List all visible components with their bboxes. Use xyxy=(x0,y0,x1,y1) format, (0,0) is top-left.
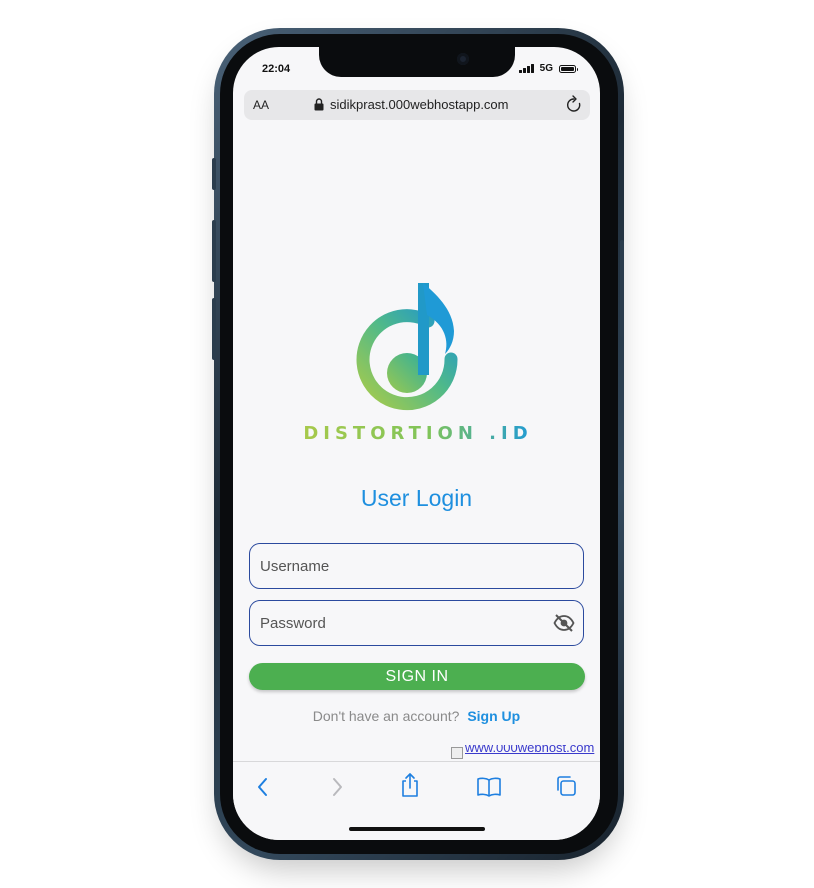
back-icon[interactable] xyxy=(255,776,271,798)
eye-off-icon[interactable] xyxy=(553,613,575,633)
bookmarks-icon[interactable] xyxy=(476,776,502,798)
logo-wordmark: DISTORTION .ID xyxy=(303,423,533,444)
sign-up-link[interactable]: Sign Up xyxy=(467,708,520,724)
network-type: 5G xyxy=(539,63,553,74)
signup-row: Don't have an account? Sign Up xyxy=(233,708,600,724)
signal-icon xyxy=(519,64,534,73)
music-note-d-logo xyxy=(356,283,458,411)
webhost-badge[interactable]: www.000webhost.com xyxy=(451,745,599,759)
broken-image-icon xyxy=(451,747,463,759)
lock-icon xyxy=(314,98,324,111)
login-title: User Login xyxy=(360,485,473,511)
forward-icon[interactable] xyxy=(329,776,345,798)
url-display[interactable]: sidikprast.000webhostapp.com xyxy=(314,97,509,112)
url-text: sidikprast.000webhostapp.com xyxy=(330,97,509,112)
battery-icon xyxy=(559,64,578,73)
password-field[interactable] xyxy=(249,600,584,646)
address-bar[interactable]: AA sidikprast.000webhostapp.com xyxy=(244,90,590,120)
reload-icon[interactable] xyxy=(564,94,584,116)
username-field[interactable] xyxy=(249,543,584,589)
tabs-icon[interactable] xyxy=(554,774,578,798)
notch xyxy=(319,47,515,77)
webhost-badge-alt: www.000webhost.com xyxy=(465,745,595,755)
share-icon[interactable] xyxy=(399,772,421,798)
status-indicators: 5G xyxy=(519,63,578,74)
mute-switch xyxy=(212,158,216,190)
front-camera xyxy=(457,53,469,65)
volume-up-button xyxy=(212,220,216,282)
power-button xyxy=(620,240,624,338)
status-time: 22:04 xyxy=(262,63,291,75)
phone-screen: 22:04 5G AA sidikprast.000webhostapp.com xyxy=(233,47,600,840)
volume-down-button xyxy=(212,298,216,360)
password-input[interactable] xyxy=(260,601,530,645)
username-input[interactable] xyxy=(260,544,530,588)
distortion-logo: DISTORTION .ID xyxy=(303,279,533,444)
home-indicator xyxy=(349,827,485,831)
sign-in-button[interactable]: SIGN IN xyxy=(249,663,585,690)
signup-prompt: Don't have an account? xyxy=(312,708,460,724)
text-size-button[interactable]: AA xyxy=(253,98,269,112)
